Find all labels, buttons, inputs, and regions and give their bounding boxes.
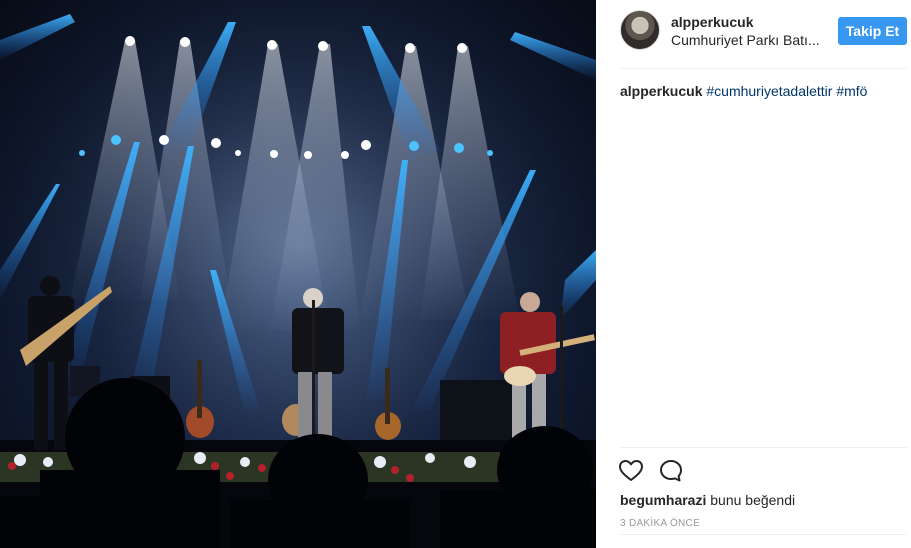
hashtag-link[interactable]: #mfö [836, 83, 867, 99]
footer-divider [620, 534, 907, 535]
hashtag-link[interactable]: #cumhuriyetadalettir [706, 83, 832, 99]
post-details-panel: alpperkucuk Cumhuriyet Parkı Batı... Tak… [596, 0, 911, 548]
likes-summary: begumharazi bunu beğendi [620, 492, 795, 508]
post-header: alpperkucuk Cumhuriyet Parkı Batı... Tak… [596, 0, 911, 68]
header-divider [620, 68, 907, 69]
follow-button[interactable]: Takip Et [838, 17, 907, 45]
post-timestamp[interactable]: 3 DAKİKA ÖNCE [620, 518, 700, 529]
post-caption: alpperkucuk #cumhuriyetadalettir #mfö [620, 82, 867, 100]
heart-icon[interactable] [618, 458, 644, 484]
post-username[interactable]: alpperkucuk [671, 14, 753, 30]
liker-username[interactable]: begumharazi [620, 492, 706, 508]
avatar[interactable] [620, 10, 660, 50]
likes-text: bunu beğendi [710, 492, 796, 508]
post-photo[interactable] [0, 0, 596, 548]
speech-bubble-icon[interactable] [658, 458, 684, 484]
post-location[interactable]: Cumhuriyet Parkı Batı... [671, 32, 821, 48]
actions-divider [620, 447, 907, 448]
concert-stage-image [0, 0, 596, 548]
caption-username[interactable]: alpperkucuk [620, 83, 702, 99]
